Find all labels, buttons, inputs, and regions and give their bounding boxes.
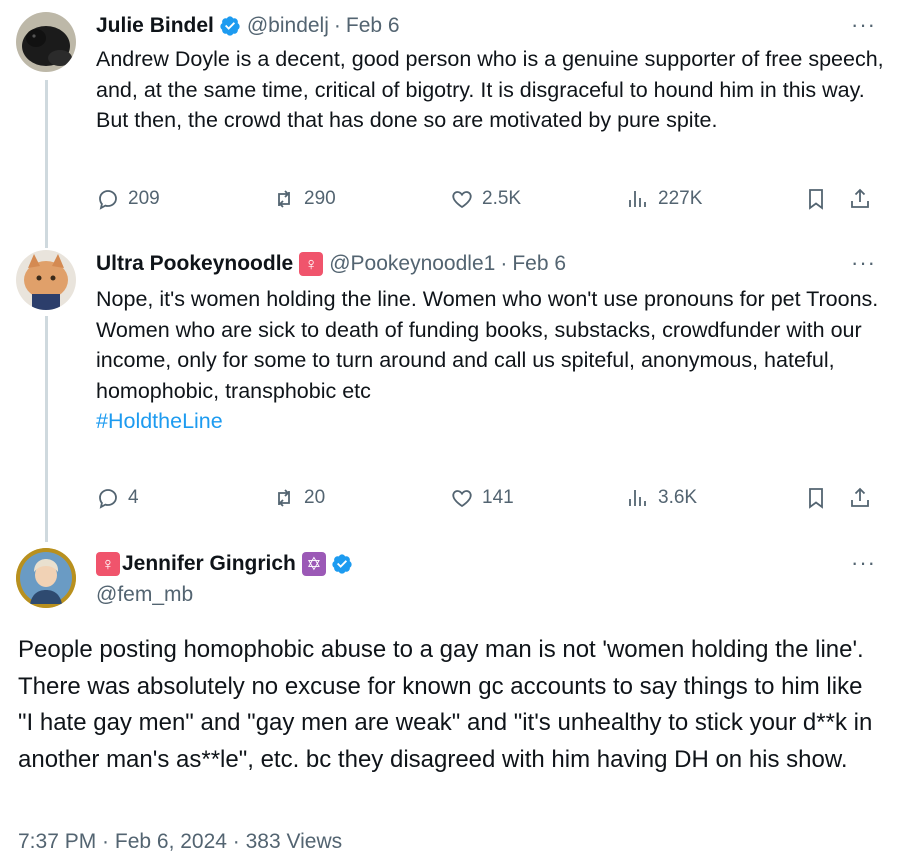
tweet-actions: 4 20 141 3.6K [96,486,886,516]
hashtag-link[interactable]: #HoldtheLine [96,409,223,433]
views-button[interactable]: 3.6K [626,486,697,510]
more-options-button[interactable]: ··· [851,12,876,38]
main-tweet-text: People posting homophobic abuse to a gay… [18,636,873,773]
thread-connector [45,80,48,248]
repost-button[interactable]: 290 [272,187,336,211]
avatar-image [16,12,76,72]
more-options-button[interactable]: ··· [851,550,876,576]
bookmark-button[interactable] [804,486,828,510]
handle-row: @fem_mb [96,583,193,607]
share-button[interactable] [848,486,872,510]
timestamp[interactable]: Feb 6 [512,252,566,276]
tweet-text: Andrew Doyle is a decent, good person wh… [96,44,886,136]
reply-icon [99,190,117,210]
repost-icon [278,190,290,208]
thread-connector [45,316,48,542]
avatar-image [16,548,76,608]
view-count: 3.6K [658,487,698,508]
tweet-header: Ultra Pookeynoodle ♀ @Pookeynoodle1 · Fe… [96,252,566,276]
verified-badge-icon [219,15,241,37]
bookmark-icon [809,488,823,509]
verified-badge-icon [331,553,353,575]
reply-icon [99,489,117,509]
share-icon [851,188,869,208]
avatar-image [16,250,76,310]
star-of-david-emoji: ✡ [301,552,326,576]
reply-button[interactable]: 209 [96,187,160,211]
bookmark-button[interactable] [804,187,828,211]
separator: · [500,252,508,275]
tweet-header: ♀ Jennifer Gingrich ✡ [96,552,359,576]
more-options-button[interactable]: ··· [851,250,876,276]
separator: · [333,14,341,37]
display-name[interactable]: Julie Bindel [96,14,214,38]
like-button[interactable]: 2.5K [450,187,521,211]
repost-button[interactable]: 20 [272,486,325,510]
avatar[interactable] [16,12,76,72]
handle[interactable]: @bindelj [247,14,329,38]
reply-count: 209 [128,188,160,209]
views-button[interactable]: 227K [626,187,702,211]
views-icon [629,191,646,207]
tweet-header: Julie Bindel @bindelj · Feb 6 [96,14,400,38]
venus-emoji: ♀ [96,552,120,576]
tweet-text: Nope, it's women holding the line. Women… [96,284,886,437]
repost-count: 20 [304,487,326,508]
like-button[interactable]: 141 [450,486,514,510]
repost-icon [278,489,290,507]
display-name[interactable]: Jennifer Gingrich [122,552,296,576]
tweet-meta: 7:37 PM · Feb 6, 2024 · 383 Views [18,830,343,853]
handle[interactable]: @Pookeynoodle1 [329,252,495,276]
like-icon [452,490,472,508]
share-icon [851,487,869,507]
like-icon [452,191,472,209]
display-name[interactable]: Ultra Pookeynoodle [96,252,293,276]
avatar[interactable] [16,250,76,310]
tweet-actions: 209 290 2.5K 227K [96,187,886,217]
bookmark-icon [809,189,823,210]
tweet-body-line: Nope, it's women holding the line. Women… [96,287,879,311]
reply-button[interactable]: 4 [96,486,139,510]
timestamp[interactable]: Feb 6 [346,14,400,38]
avatar[interactable] [16,548,76,608]
venus-emoji: ♀ [299,252,324,276]
views-icon [629,490,646,506]
repost-count: 290 [304,188,336,209]
handle[interactable]: @fem_mb [96,583,193,607]
like-count: 2.5K [482,188,522,209]
tweet-body-line: Women who are sick to death of funding b… [96,317,862,403]
view-count: 227K [658,188,703,209]
like-count: 141 [482,487,514,508]
reply-count: 4 [128,487,139,508]
share-button[interactable] [848,187,872,211]
tweet-body: Andrew Doyle is a decent, good person wh… [96,47,884,132]
